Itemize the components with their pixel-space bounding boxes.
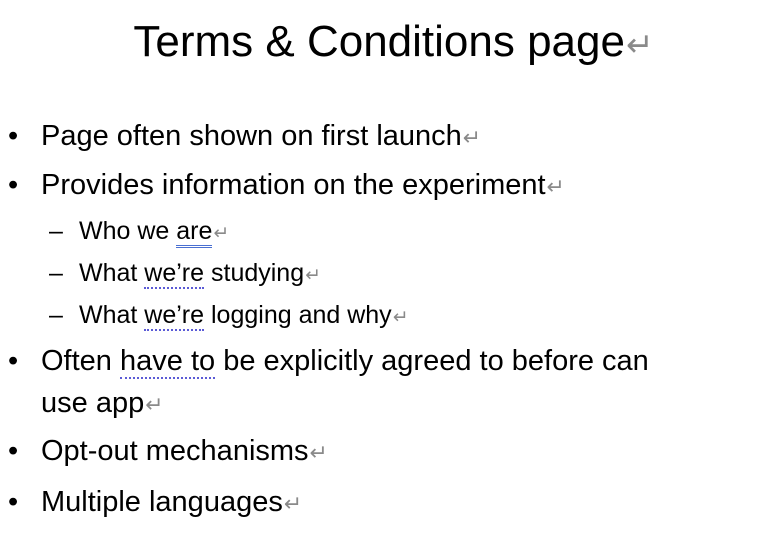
bullet-text: Page often shown on first launch↵ — [41, 116, 481, 158]
text-run: What — [79, 259, 145, 287]
bullet-text-content: Multiple languages — [41, 486, 283, 518]
dash-icon: – — [49, 259, 63, 287]
text-run: What — [79, 301, 145, 329]
bullet-icon: • — [8, 435, 19, 467]
bullet-text: Provides information on the experiment↵ — [41, 165, 565, 207]
grammar-flag-word[interactable]: are — [176, 217, 213, 248]
text-run: Who we — [79, 217, 177, 245]
sub-bullet-text: What we’re logging and why↵ — [79, 298, 408, 334]
text-run: Often — [41, 345, 120, 377]
text-run: studying — [204, 259, 305, 287]
bullet-text: Opt-out mechanisms↵ — [41, 431, 328, 473]
style-flag-word[interactable]: we’re — [144, 259, 205, 289]
sub-bullet-text: Who we are↵ — [79, 214, 229, 250]
paragraph-mark-icon: ↵ — [283, 491, 303, 516]
paragraph-mark-icon: ↵ — [462, 125, 482, 150]
bullet-text-content: Page often shown on first launch — [41, 120, 462, 152]
style-flag-word[interactable]: we’re — [144, 301, 205, 331]
style-flag-word[interactable]: have to — [120, 345, 216, 379]
bullet-text-content: Opt-out mechanisms — [41, 435, 309, 467]
text-run: be explicitly agreed to before can — [215, 345, 649, 377]
paragraph-mark-icon: ↵ — [145, 392, 164, 417]
paragraph-mark-icon: ↵ — [213, 222, 230, 243]
bullet-icon: • — [8, 120, 19, 152]
bullet-text-content: Provides information on the experiment — [41, 169, 546, 201]
text-run: logging and why — [204, 301, 392, 329]
text-run: use app — [41, 387, 145, 419]
bullet-text-continuation: use app↵ — [41, 383, 163, 425]
paragraph-mark-icon: ↵ — [625, 26, 654, 63]
dash-icon: – — [49, 301, 63, 329]
paragraph-mark-icon: ↵ — [305, 264, 321, 285]
slide-title: Terms & Conditions page↵ — [0, 14, 759, 73]
paragraph-mark-icon: ↵ — [309, 440, 328, 465]
paragraph-mark-icon: ↵ — [392, 306, 409, 327]
dash-icon: – — [49, 217, 63, 245]
sub-bullet-text: What we’re studying↵ — [79, 256, 321, 292]
bullet-text: Often have to be explicitly agreed to be… — [41, 341, 649, 381]
bullet-icon: • — [8, 486, 19, 518]
bullet-icon: • — [8, 169, 19, 201]
paragraph-mark-icon: ↵ — [546, 174, 565, 199]
slide-title-text: Terms & Conditions page — [133, 17, 625, 66]
bullet-icon: • — [8, 345, 19, 377]
bullet-text: Multiple languages↵ — [41, 482, 302, 524]
